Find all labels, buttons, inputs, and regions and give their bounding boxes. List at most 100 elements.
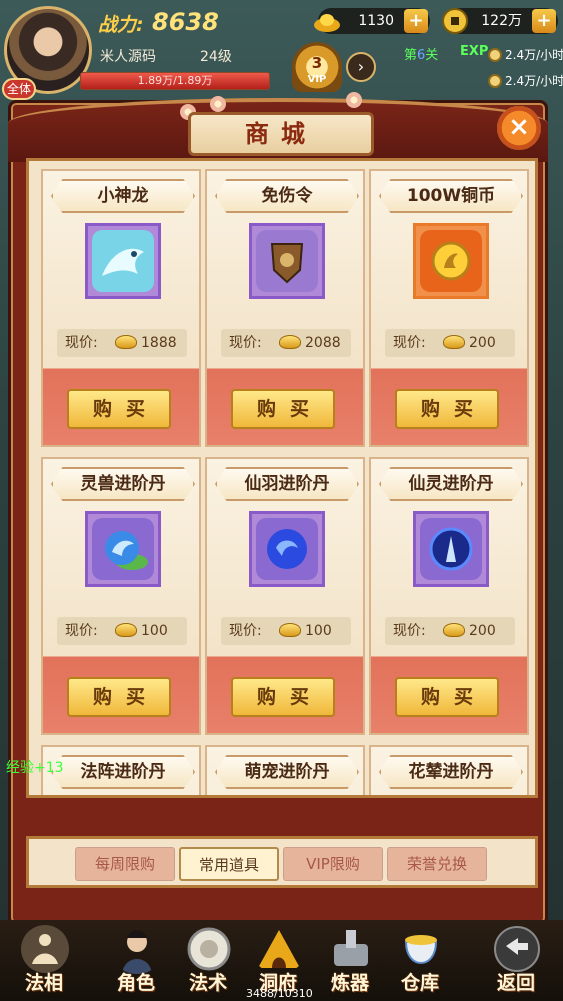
item-name: 萌宠进阶丹 bbox=[215, 755, 359, 789]
nav-label: 角色 bbox=[116, 972, 155, 994]
item-icon-frame[interactable] bbox=[85, 511, 161, 587]
feather-pill-icon bbox=[256, 518, 318, 580]
gold-ingot-resource: 1130 + bbox=[314, 8, 430, 34]
gold-ingot-icon bbox=[279, 335, 301, 349]
gold-ingot-icon bbox=[314, 14, 340, 32]
buy-button[interactable]: 购买 bbox=[395, 677, 499, 717]
shop-item-card: 仙灵进阶丹 现价: 200 购买 bbox=[369, 457, 529, 735]
vip-label: VIP bbox=[307, 74, 327, 85]
exp-rate-icon bbox=[488, 48, 502, 62]
price-row: 现价: 200 bbox=[385, 329, 515, 357]
spirit-beast-pill-icon bbox=[92, 518, 154, 580]
nav-item-spells[interactable]: 法术 bbox=[170, 920, 246, 1001]
hp-bar: 1.89万/1.89万 bbox=[80, 72, 270, 90]
item-name: 小神龙 bbox=[51, 179, 195, 213]
player-hud: 全体 战力: 8638 米人源码 24级 1.89万/1.89万 3 VIP ›… bbox=[0, 0, 563, 100]
item-name: 100W铜币 bbox=[379, 179, 523, 213]
add-coin-button[interactable]: + bbox=[532, 9, 556, 33]
add-gold-ingot-button[interactable]: + bbox=[404, 9, 428, 33]
avatar-badge[interactable]: 全体 bbox=[2, 78, 36, 100]
price-label: 现价: bbox=[65, 335, 98, 351]
item-icon-frame[interactable] bbox=[413, 223, 489, 299]
shop-item-card: 花辇进阶丹 bbox=[369, 745, 529, 795]
close-button[interactable]: × bbox=[497, 106, 541, 150]
blossom-icon bbox=[210, 96, 226, 112]
buy-button[interactable]: 购买 bbox=[231, 389, 335, 429]
price-row: 现价: 200 bbox=[385, 617, 515, 645]
nav-label: 炼器 bbox=[330, 972, 369, 994]
blossom-icon bbox=[346, 92, 362, 108]
price-label: 现价: bbox=[65, 623, 98, 639]
gold-ingot-icon bbox=[279, 623, 301, 637]
gold-coin-icon bbox=[420, 230, 482, 292]
buy-button[interactable]: 购买 bbox=[67, 677, 171, 717]
nav-item-back[interactable]: 返回 bbox=[478, 920, 554, 1001]
price-row: 现价: 100 bbox=[57, 617, 187, 645]
price-value: 100 bbox=[305, 623, 332, 639]
item-name: 灵兽进阶丹 bbox=[51, 467, 195, 501]
treasure-pot-icon bbox=[404, 935, 438, 964]
price-value: 200 bbox=[469, 335, 496, 351]
shop-tab-bar: 每周限购 常用道具 VIP限购 荣誉兑换 bbox=[26, 836, 538, 888]
coin-icon bbox=[442, 8, 468, 34]
vip-arrow-button[interactable]: › bbox=[346, 52, 376, 82]
coin-resource: 122万 + bbox=[442, 8, 558, 34]
tab-vip-limited[interactable]: VIP限购 bbox=[283, 847, 383, 881]
nav-item-faxiang[interactable]: 法相 bbox=[6, 920, 82, 1001]
item-name: 免伤令 bbox=[215, 179, 359, 213]
gold-ingot-icon bbox=[115, 335, 137, 349]
meditation-icon bbox=[21, 925, 69, 973]
nav-item-warehouse[interactable]: 仓库 bbox=[382, 920, 458, 1001]
price-value: 200 bbox=[469, 623, 496, 639]
shop-item-card: 萌宠进阶丹 bbox=[205, 745, 365, 795]
buy-button[interactable]: 购买 bbox=[67, 389, 171, 429]
shop-item-card: 100W铜币 现价: 200 购买 bbox=[369, 169, 529, 447]
price-label: 现价: bbox=[393, 335, 426, 351]
gold-ingot-icon bbox=[443, 623, 465, 637]
price-label: 现价: bbox=[229, 335, 262, 351]
price-value: 100 bbox=[141, 623, 168, 639]
tab-common-items[interactable]: 常用道具 bbox=[179, 847, 279, 881]
nav-label: 法相 bbox=[24, 972, 63, 994]
power-value: 8638 bbox=[152, 8, 219, 36]
price-row: 现价: 1888 bbox=[57, 329, 187, 357]
item-name: 仙羽进阶丹 bbox=[215, 467, 359, 501]
price-value: 2088 bbox=[305, 335, 341, 351]
gold-ingot-icon bbox=[115, 623, 137, 637]
character-icon bbox=[122, 930, 152, 974]
forge-icon bbox=[334, 930, 368, 966]
coin-amount: 122万 bbox=[481, 13, 522, 29]
shop-item-card: 灵兽进阶丹 现价: 100 购买 bbox=[41, 457, 201, 735]
nav-label: 仓库 bbox=[400, 972, 439, 994]
gold-ingot-icon bbox=[443, 335, 465, 349]
vip-badge[interactable]: 3 VIP bbox=[292, 42, 342, 92]
item-name: 花辇进阶丹 bbox=[379, 755, 523, 789]
progress-counter: 3488/10310 bbox=[246, 987, 313, 1000]
shop-item-card: 仙羽进阶丹 现价: 100 购买 bbox=[205, 457, 365, 735]
nav-item-forge[interactable]: 炼器 bbox=[312, 920, 388, 1001]
item-name: 法阵进阶丹 bbox=[51, 755, 195, 789]
nav-item-character[interactable]: 角色 bbox=[98, 920, 174, 1001]
shop-title: 商城 bbox=[188, 112, 374, 156]
blue-dragon-icon bbox=[92, 230, 154, 292]
player-level: 24级 bbox=[200, 49, 232, 65]
item-icon-frame[interactable] bbox=[249, 223, 325, 299]
price-row: 现价: 100 bbox=[221, 617, 351, 645]
tab-weekly-limited[interactable]: 每周限购 bbox=[75, 847, 175, 881]
shop-item-card: 小神龙 现价: 1888 购买 bbox=[41, 169, 201, 447]
item-icon-frame[interactable] bbox=[413, 511, 489, 587]
shop-item-card: 法阵进阶丹 bbox=[41, 745, 201, 795]
buy-button[interactable]: 购买 bbox=[395, 389, 499, 429]
item-icon-frame[interactable] bbox=[249, 511, 325, 587]
gold-ingot-amount: 1130 bbox=[358, 13, 394, 29]
buy-button[interactable]: 购买 bbox=[231, 677, 335, 717]
shield-token-icon bbox=[256, 230, 318, 292]
exp-label: EXP bbox=[460, 44, 489, 59]
price-label: 现价: bbox=[393, 623, 426, 639]
tab-honor-exchange[interactable]: 荣誉兑换 bbox=[387, 847, 487, 881]
coin-rate-icon bbox=[488, 74, 502, 88]
cave-dwelling-icon bbox=[258, 930, 300, 968]
shop-item-card: 免伤令 现价: 2088 购买 bbox=[205, 169, 365, 447]
item-name: 仙灵进阶丹 bbox=[379, 467, 523, 501]
item-icon-frame[interactable] bbox=[85, 223, 161, 299]
